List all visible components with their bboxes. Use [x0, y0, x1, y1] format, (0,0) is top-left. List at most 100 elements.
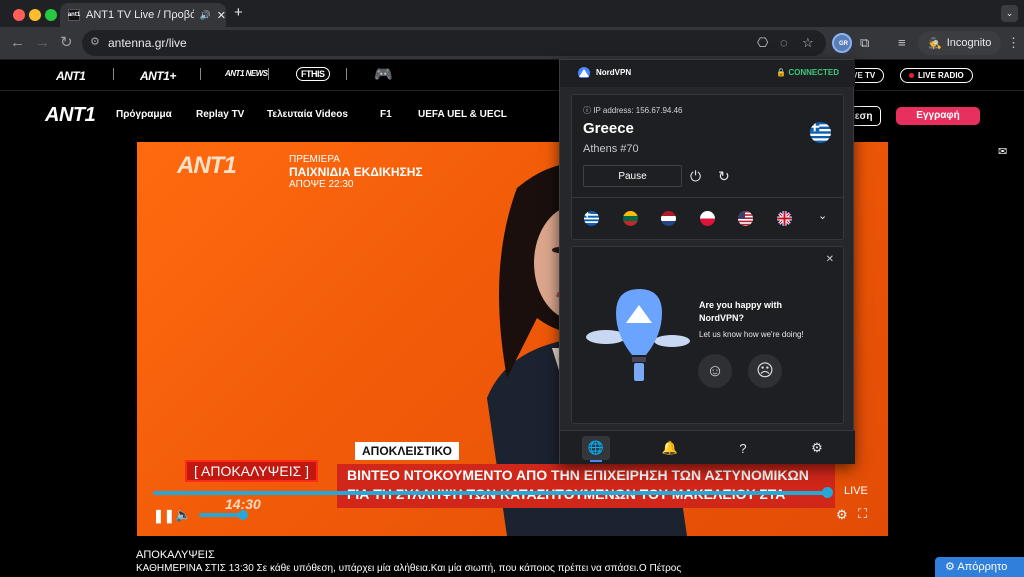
vpn-footer-nav: 🌐 🔔 ? ⚙ — [560, 430, 855, 464]
register-button[interactable]: Εγγραφή — [896, 107, 980, 125]
address-bar[interactable]: ⚙ antenna.gr/live — [82, 30, 826, 56]
site-info-icon[interactable]: ⚙ — [90, 35, 100, 48]
bookmark-star-icon[interactable]: ☆ — [802, 34, 814, 52]
usa-flag-icon[interactable] — [738, 211, 753, 226]
globe-icon[interactable]: 🌐 — [582, 436, 610, 460]
nav-uefa[interactable]: UEFA UEL & UECL — [418, 109, 507, 120]
brand-ant1-news[interactable]: ANT1 NEWS — [225, 69, 268, 78]
vpn-brand: NordVPN — [596, 67, 632, 77]
nav-f1[interactable]: F1 — [380, 109, 392, 120]
new-tab-icon[interactable]: + — [234, 4, 243, 21]
progress-bar[interactable] — [153, 491, 827, 495]
browser-tab-strip: ant1 ANT1 TV Live / Προβάλλε 🔊 ✕ + ⌄ — [0, 0, 1024, 27]
reading-list-icon[interactable]: ≡ — [898, 34, 906, 52]
connected-country: Greece — [583, 120, 634, 137]
minimize-window-button[interactable] — [29, 9, 41, 21]
live-radio-label: LIVE RADIO — [918, 71, 964, 80]
promo-line2: ΠΑΙΧΝΙΔΙΑ ΕΚΔΙΚΗΣΗΣ — [289, 165, 423, 179]
privacy-gear-icon: ⚙ — [945, 561, 955, 573]
program-description: ΚΑΘΗΜΕΡΙΝΑ ΣΤΙΣ 13:30 Σε κάθε υπόθεση, υ… — [136, 563, 682, 574]
vpn-status: 🔒 CONNECTED — [776, 68, 839, 77]
maximize-window-button[interactable] — [45, 9, 57, 21]
brand-fthis[interactable]: FTHIS — [296, 67, 330, 81]
greece-flag-icon — [810, 122, 831, 143]
brand-ant1-plus[interactable]: ANT1+ — [140, 69, 176, 83]
url-text: antenna.gr/live — [108, 36, 187, 50]
volume-icon[interactable]: 🔈 — [175, 507, 191, 523]
eye-off-icon[interactable]: ◌ — [780, 34, 788, 52]
pause-icon[interactable]: ❚❚ — [153, 508, 175, 524]
nordvpn-mountain-icon — [578, 67, 590, 78]
connected-server: Athens #70 — [583, 143, 639, 155]
progress-handle[interactable] — [822, 487, 833, 498]
divider — [200, 68, 201, 80]
lithuania-flag-icon[interactable] — [623, 211, 638, 226]
help-icon[interactable]: ? — [729, 436, 757, 460]
connection-card: ⓘ IP address: 156.67.94.46 Greece Athens… — [571, 94, 844, 240]
live-radio-button[interactable]: LIVE RADIO — [900, 68, 973, 83]
close-tab-icon[interactable]: ✕ — [217, 9, 226, 22]
nordvpn-popup: NordVPN 🔒 CONNECTED ⓘ IP address: 156.67… — [559, 59, 855, 464]
fullscreen-icon[interactable]: ⛶ — [858, 506, 867, 522]
close-window-button[interactable] — [13, 9, 25, 21]
site-logo[interactable]: ANT1 — [45, 104, 96, 127]
netherlands-flag-icon[interactable] — [661, 211, 676, 226]
menu-kebab-icon[interactable]: ⋮ — [1007, 34, 1020, 52]
greece-flag-icon[interactable] — [584, 211, 599, 226]
exclusive-label: ΑΠΟΚΛΕΙΣΤΙΚΟ — [355, 442, 459, 460]
promo-overlay: ANT1 ΠΡΕΜΙΕΡΑ ΠΑΙΧΝΙΔΙΑ ΕΚΔΙΚΗΣΗΣ ΑΠΟΨΕ … — [177, 152, 423, 190]
back-icon[interactable]: ← — [10, 35, 25, 51]
volume-handle[interactable] — [238, 510, 248, 520]
nav-latest-videos[interactable]: Τελευταία Videos — [267, 109, 348, 120]
incognito-icon: 🕵 — [928, 37, 942, 50]
nordvpn-logo: NordVPN — [576, 66, 631, 78]
incognito-indicator[interactable]: 🕵 Incognito — [918, 31, 1002, 55]
vpn-header: NordVPN 🔒 CONNECTED — [560, 60, 855, 87]
browser-tab[interactable]: ant1 ANT1 TV Live / Προβάλλε 🔊 ✕ — [60, 3, 226, 27]
refresh-icon[interactable]: ↻ — [718, 168, 730, 185]
privacy-label: Απόρρητο — [957, 561, 1008, 573]
close-feedback-icon[interactable]: ✕ — [826, 254, 834, 265]
news-headline: ΒΙΝΤΕΟ ΝΤΟΚΟΥΜΕΝΤΟ ΑΠΟ ΤΗΝ ΕΠΙΧΕΙΡΗΣΗ ΤΩ… — [337, 464, 835, 508]
promo-line3: ΑΠΟΨΕ 22:30 — [289, 179, 354, 190]
sad-face-icon[interactable]: ☹ — [748, 354, 782, 388]
reload-icon[interactable]: ↻ — [60, 35, 73, 51]
speaker-icon: 🔊 — [199, 9, 211, 20]
extension-badge: GR — [839, 41, 848, 47]
settings-gear-icon[interactable]: ⚙ — [836, 507, 848, 523]
translate-icon[interactable]: ⎔ — [757, 34, 768, 52]
register-label: Εγγραφή — [916, 110, 960, 121]
expand-chevron-icon[interactable]: ⌄ — [818, 209, 827, 222]
divider — [572, 197, 843, 198]
happy-face-icon[interactable]: ☺ — [698, 354, 732, 388]
feedback-card: ✕ Are you happy with NordVPN? Let us kno… — [571, 246, 844, 424]
nordvpn-extension-icon[interactable]: GR — [832, 33, 852, 53]
nav-replay-tv[interactable]: Replay TV — [196, 109, 244, 120]
divider — [268, 68, 269, 80]
brand-bar: ANT1 ANT1+ ANT1 NEWS FTHIS 🎮 LIVE TV LIV… — [0, 60, 1024, 91]
nav-program[interactable]: Πρόγραμμα — [116, 109, 172, 120]
power-icon[interactable]: ⏻ — [690, 168, 701, 185]
tab-search-chevron-icon[interactable]: ⌄ — [1001, 5, 1018, 22]
poland-flag-icon[interactable] — [700, 211, 715, 226]
show-kicker: [ ΑΠΟΚΑΛΥΨΕΙΣ ] — [185, 460, 319, 482]
feedback-subtitle: Let us know how we're doing! — [699, 330, 804, 339]
live-label[interactable]: LIVE — [844, 485, 868, 497]
mail-icon[interactable]: ✉ — [998, 145, 1007, 158]
brand-ant1[interactable]: ANT1 — [56, 69, 86, 83]
lock-icon: 🔒 — [776, 68, 787, 77]
pause-label: Pause — [618, 170, 647, 182]
volume-slider[interactable] — [199, 513, 243, 517]
feedback-title: Are you happy with NordVPN? — [699, 300, 783, 323]
forward-icon[interactable]: → — [35, 35, 50, 51]
pause-vpn-button[interactable]: Pause — [583, 165, 682, 187]
incognito-label: Incognito — [946, 37, 992, 49]
bell-icon[interactable]: 🔔 — [656, 436, 684, 460]
extensions-puzzle-icon[interactable]: ⧉ — [860, 34, 869, 52]
settings-icon[interactable]: ⚙ — [803, 436, 831, 460]
gamepad-icon[interactable]: 🎮 — [374, 65, 393, 83]
uk-flag-icon[interactable] — [777, 211, 792, 226]
privacy-button[interactable]: ⚙ Απόρρητο — [935, 557, 1024, 577]
browser-toolbar: ← → ↻ ⚙ antenna.gr/live ⎔ ◌ ☆ GR ⧉ ≡ 🕵 I… — [0, 27, 1024, 60]
program-title: ΑΠΟΚΑΛΥΨΕΙΣ — [136, 549, 215, 561]
